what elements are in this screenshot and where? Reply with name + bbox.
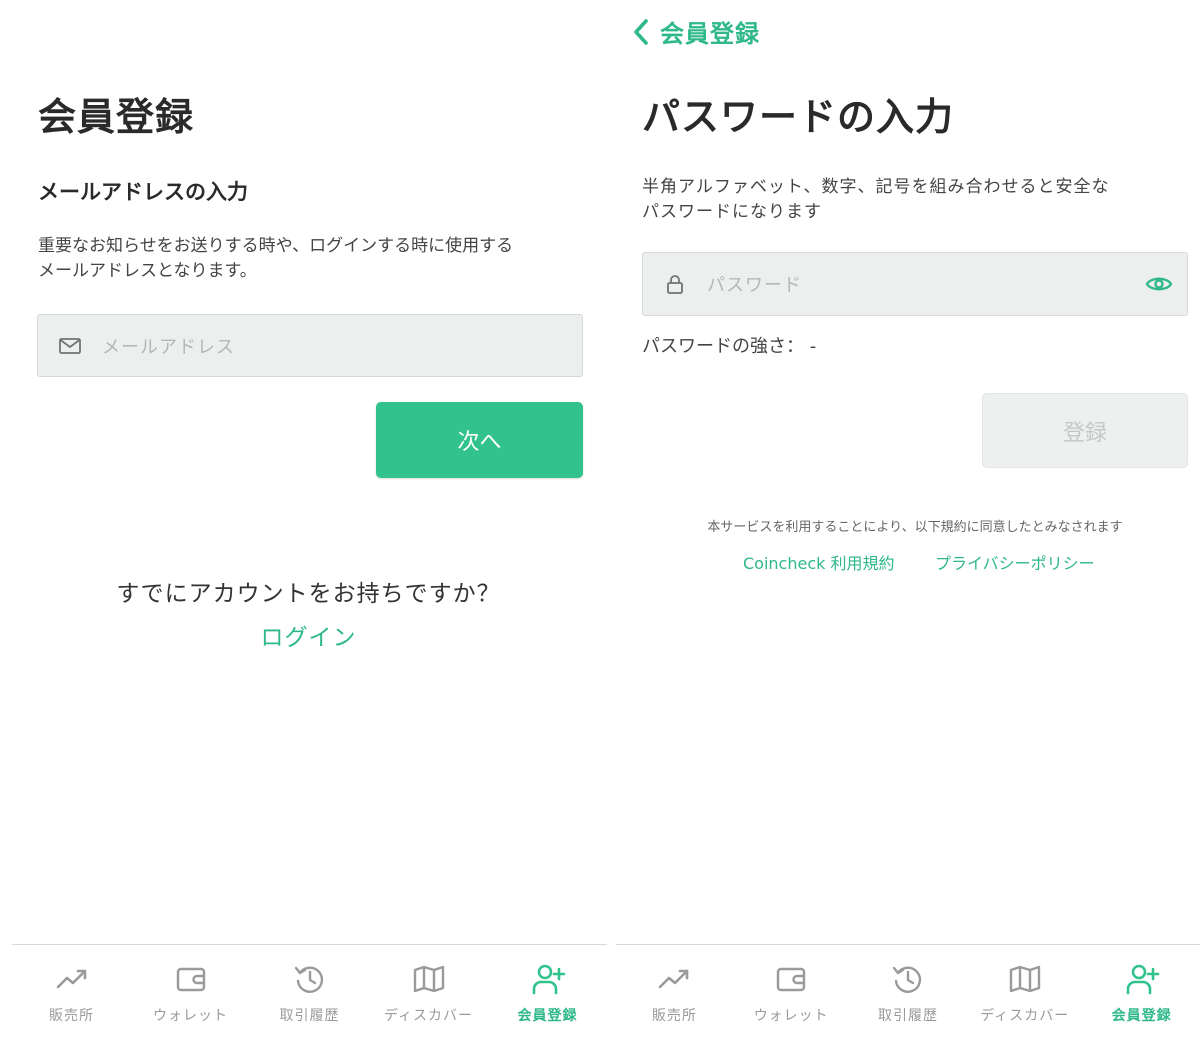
tab-discover[interactable]: ディスカバー [966,945,1083,1044]
tab-exchange[interactable]: 販売所 [616,945,733,1044]
map-icon [413,965,444,993]
user-plus-icon [532,964,565,995]
tab-label: ディスカバー [383,1008,474,1024]
terms-link[interactable]: Coincheck 利用規約 [743,550,894,574]
tab-label: ウォレット [153,1008,228,1024]
password-placeholder: パスワード [707,275,802,296]
history-icon [892,966,922,993]
back-button[interactable]: 会員登録 [632,14,760,49]
password-field[interactable]: パスワード [642,252,1188,316]
description-line: メールアドレスとなります。 [38,261,257,281]
section-title: メールアドレスの入力 [38,180,248,204]
password-screen: 会員登録 パスワードの入力 半角アルファベット、数字、記号を組み合わせると安全な… [610,0,1200,1043]
tab-wallet[interactable]: ウォレット [733,945,850,1044]
have-account-text: すでにアカウントをお持ちですか？ [116,581,501,607]
chevron-left-icon [634,18,648,45]
history-icon [294,966,323,993]
description-line: 重要なお知らせをお送りする時や、ログインする時に使用する [38,236,514,256]
tab-label: 取引履歴 [877,1008,938,1024]
description: 重要なお知らせをお送りする時や、ログインする時に使用する メールアドレスとなりま… [38,234,513,284]
login-link[interactable]: ログイン [0,618,617,652]
terms-notice: 本サービスを利用することにより、以下規約に同意したとみなされます [707,520,1123,535]
user-plus-icon [1126,964,1159,995]
tab-register[interactable]: 会員登録 [1083,945,1200,1044]
next-button[interactable]: 次へ [376,402,583,478]
tab-label: ウォレット [753,1008,829,1024]
lock-icon [667,275,683,294]
tab-history[interactable]: 取引履歴 [250,945,369,1044]
description-line: パスワードになります [642,202,822,222]
trend-up-icon [56,969,86,989]
tab-label: 取引履歴 [279,1008,340,1024]
password-strength: パスワードの強さ： - [642,336,817,357]
tab-history[interactable]: 取引履歴 [850,945,967,1044]
trend-up-icon [659,969,689,989]
tab-label: 販売所 [651,1008,697,1024]
tab-bar: 販売所 ウォレット 取引履歴 ディスカバー 会員登録 [616,944,1200,1044]
wallet-icon [176,967,205,992]
description-line: 半角アルファベット、数字、記号を組み合わせると安全な [642,177,1110,197]
tab-label: 会員登録 [517,1008,578,1024]
mail-icon [59,337,81,354]
email-registration-screen: 会員登録 メールアドレスの入力 重要なお知らせをお送りする時や、ログインする時に… [0,0,607,1044]
email-field[interactable]: メールアドレス [37,314,583,377]
tab-label: 販売所 [49,1008,94,1024]
tab-wallet[interactable]: ウォレット [131,945,250,1044]
map-icon [1009,965,1040,993]
tab-exchange[interactable]: 販売所 [12,945,131,1044]
wallet-icon [776,967,806,992]
back-label: 会員登録 [660,20,760,48]
page-title: 会員登録 [38,95,195,139]
page-title: パスワードの入力 [642,95,955,139]
email-placeholder: メールアドレス [102,336,235,358]
register-button[interactable]: 登録 [982,393,1188,468]
tab-register[interactable]: 会員登録 [488,945,607,1044]
description: 半角アルファベット、数字、記号を組み合わせると安全な パスワードになります [642,175,1110,225]
tab-label: ディスカバー [980,1008,1070,1024]
tab-discover[interactable]: ディスカバー [369,945,488,1044]
eye-icon[interactable] [1145,274,1173,294]
tab-label: 会員登録 [1111,1008,1172,1024]
privacy-link[interactable]: プライバシーポリシー [935,550,1095,574]
tab-bar: 販売所 ウォレット 取引履歴 ディスカバー 会員登録 [12,944,607,1044]
